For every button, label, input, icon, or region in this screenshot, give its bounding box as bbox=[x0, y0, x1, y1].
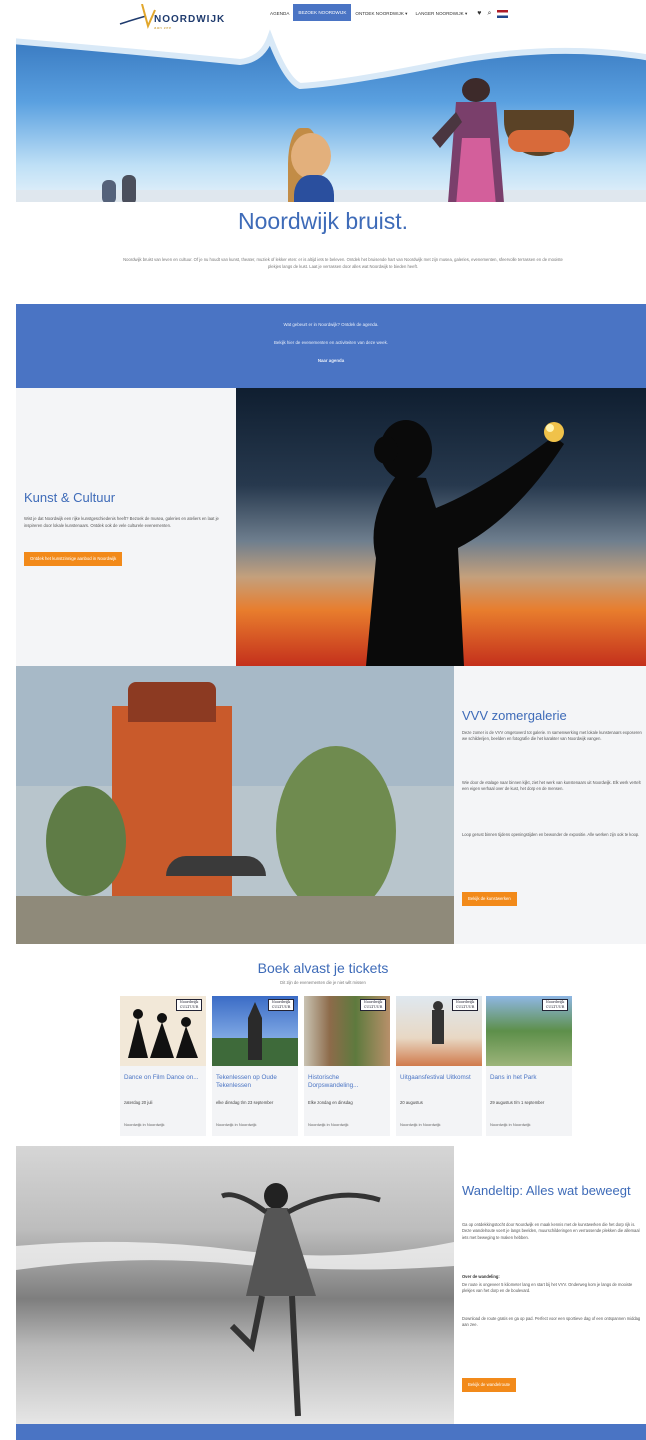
tickets-subtitle: Dit zijn de evenementen die je niet wilt… bbox=[280, 980, 366, 985]
painting-building bbox=[112, 706, 232, 916]
site-logo[interactable]: NOORDWIJK aan zee bbox=[118, 3, 233, 30]
hero-image bbox=[16, 20, 646, 202]
painting-street bbox=[16, 896, 454, 944]
ticket-card-tag: Noordwijk CULTUUR bbox=[360, 999, 386, 1011]
wandel-subheading: Over de wandeling: bbox=[462, 1274, 642, 1280]
search-icon[interactable]: ⌕ bbox=[487, 10, 491, 18]
kunst-button[interactable]: Ontdek het kunstzinnige aanbod in Noordw… bbox=[24, 552, 123, 566]
page-headline: Noordwijk bruist. bbox=[238, 208, 408, 234]
painting-sky bbox=[16, 666, 454, 786]
kunst-silhouette-image bbox=[236, 388, 646, 666]
painting-umbrella bbox=[166, 856, 266, 876]
ticket-card-date: Elke zondag en dinsdag bbox=[308, 1100, 353, 1105]
hero-wave-shape bbox=[16, 20, 646, 90]
band-line-1: Wat gebeurt er in Noordwijk? Ontdek de a… bbox=[283, 322, 379, 327]
ticket-card-location: Noordwijk in Noordwijk bbox=[308, 1122, 349, 1127]
ticket-card-location: Noordwijk in Noordwijk bbox=[490, 1122, 531, 1127]
ticket-card[interactable]: Noordwijk CULTUUR Dans in het Park 29 au… bbox=[486, 996, 572, 1136]
tickets-title: Boek alvast je tickets bbox=[257, 960, 389, 976]
ticket-card-date: elke dinsdag t/m 23 september bbox=[216, 1100, 274, 1105]
ticket-card-location: Noordwijk in Noordwijk bbox=[400, 1122, 441, 1127]
ticket-card-location: Noordwijk in Noordwijk bbox=[216, 1122, 257, 1127]
ticket-card[interactable]: Noordwijk CULTUUR Tekenlessen op Oude Te… bbox=[212, 996, 298, 1136]
painting-tree bbox=[46, 786, 126, 896]
hero-girl-head bbox=[291, 133, 331, 179]
ticket-card-tag: Noordwijk CULTUUR bbox=[268, 999, 294, 1011]
vvv-paragraph-2: Wie door de etalage naar binnen kijkt, z… bbox=[462, 780, 641, 792]
painting-tree bbox=[276, 746, 396, 916]
ticket-card[interactable]: Noordwijk CULTUUR Uitgaansfestival Uitko… bbox=[396, 996, 482, 1136]
logo-text: NOORDWIJK bbox=[154, 14, 226, 25]
wandel-title: Wandeltip: Alles wat beweegt bbox=[462, 1183, 631, 1198]
ticket-card-date: zaterdag 20 juli bbox=[124, 1100, 153, 1105]
dancer-on-beach-illustration bbox=[16, 1183, 454, 1417]
ticket-card-name[interactable]: Uitgaansfestival Uitkomst bbox=[400, 1074, 478, 1082]
hero-costumed-figure bbox=[432, 78, 504, 202]
logo-swoosh-icon bbox=[119, 3, 156, 29]
ticket-card-date: 20 augustus bbox=[400, 1100, 423, 1105]
menu-item-langer-noordwijk[interactable]: LANGER NOORDWIJK ▾ bbox=[411, 8, 471, 20]
agenda-band: Wat gebeurt er in Noordwijk? Ontdek de a… bbox=[16, 304, 646, 388]
ticket-card-tag: Noordwijk CULTUUR bbox=[176, 999, 202, 1011]
ticket-card[interactable]: Noordwijk CULTUUR Historische Dorpswande… bbox=[304, 996, 390, 1136]
wandel-paragraph-2: De route is ongeveer 5 kilometer lang en… bbox=[462, 1282, 633, 1294]
logo-subtext: aan zee bbox=[154, 25, 172, 30]
vvv-button[interactable]: Bekijk de kunstwerken bbox=[462, 892, 517, 906]
wandel-button[interactable]: Bekijk de wandelroute bbox=[462, 1378, 517, 1392]
main-menu: AGENDA BEZOEK NOORDWIJK ONTDEK NOORDWIJK… bbox=[266, 4, 509, 21]
ticket-card-name[interactable]: Tekenlessen op Oude Tekenlessen bbox=[216, 1074, 294, 1090]
wandel-subheading-text: Over de wandeling: bbox=[462, 1274, 500, 1279]
menu-item-bezoek-noordwijk[interactable]: BEZOEK NOORDWIJK bbox=[293, 4, 352, 21]
footer-band bbox=[16, 1424, 646, 1440]
ticket-card-name[interactable]: Dans in het Park bbox=[490, 1074, 568, 1082]
band-agenda-link[interactable]: Naar agenda bbox=[16, 358, 646, 363]
hero-person-figure bbox=[122, 175, 136, 202]
painting-tower bbox=[128, 682, 216, 722]
ticket-card[interactable]: Noordwijk CULTUUR Dance on Film Dance on… bbox=[120, 996, 206, 1136]
hero-person-figure bbox=[102, 180, 116, 202]
vvv-paragraph-1: Deze zomer is de VVV omgetoverd tot gale… bbox=[462, 730, 642, 742]
top-navigation: NOORDWIJK aan zee AGENDA BEZOEK NOORDWIJ… bbox=[0, 0, 646, 30]
wandel-paragraph-1: Ga op ontdekkingstocht door Noordwijk en… bbox=[462, 1222, 640, 1240]
wandel-paragraph-3: Download de route gratis en ga op pad. P… bbox=[462, 1316, 641, 1328]
ticket-card-tag: Noordwijk CULTUUR bbox=[452, 999, 478, 1011]
ticket-card-tag: Noordwijk CULTUUR bbox=[542, 999, 568, 1011]
ticket-card-name[interactable]: Dance on Film Dance on... bbox=[124, 1074, 202, 1082]
ticket-card-location: Noordwijk in Noordwijk bbox=[124, 1122, 165, 1127]
dutch-flag-icon[interactable] bbox=[497, 9, 509, 18]
vvv-paragraph-3: Loop gerust binnen tijdens openingstijde… bbox=[462, 832, 640, 837]
kunst-text: Wist je dat Noordwijk een rijke kunstges… bbox=[24, 516, 219, 528]
vvv-painting-image bbox=[16, 666, 454, 944]
intro-text: Noordwijk bruist van leven en cultuur. O… bbox=[123, 257, 563, 269]
vvv-title: VVV zomergalerie bbox=[462, 708, 567, 723]
wandel-dancer-image bbox=[16, 1146, 454, 1424]
band-line-2: Bekijk hier de evenementen en activiteit… bbox=[274, 340, 388, 345]
menu-item-agenda[interactable]: AGENDA bbox=[266, 8, 293, 19]
ticket-card-date: 29 augustus t/m 1 september bbox=[490, 1100, 545, 1105]
hero-flowers bbox=[508, 130, 570, 152]
menu-item-ontdek-noordwijk[interactable]: ONTDEK NOORDWIJK ▾ bbox=[351, 8, 411, 20]
woman-silhouette bbox=[366, 420, 564, 666]
hero-girl-body bbox=[294, 175, 334, 202]
heart-icon[interactable]: ♥ bbox=[477, 10, 481, 17]
kunst-title: Kunst & Cultuur bbox=[24, 490, 116, 505]
ticket-card-name[interactable]: Historische Dorpswandeling... bbox=[308, 1074, 386, 1090]
